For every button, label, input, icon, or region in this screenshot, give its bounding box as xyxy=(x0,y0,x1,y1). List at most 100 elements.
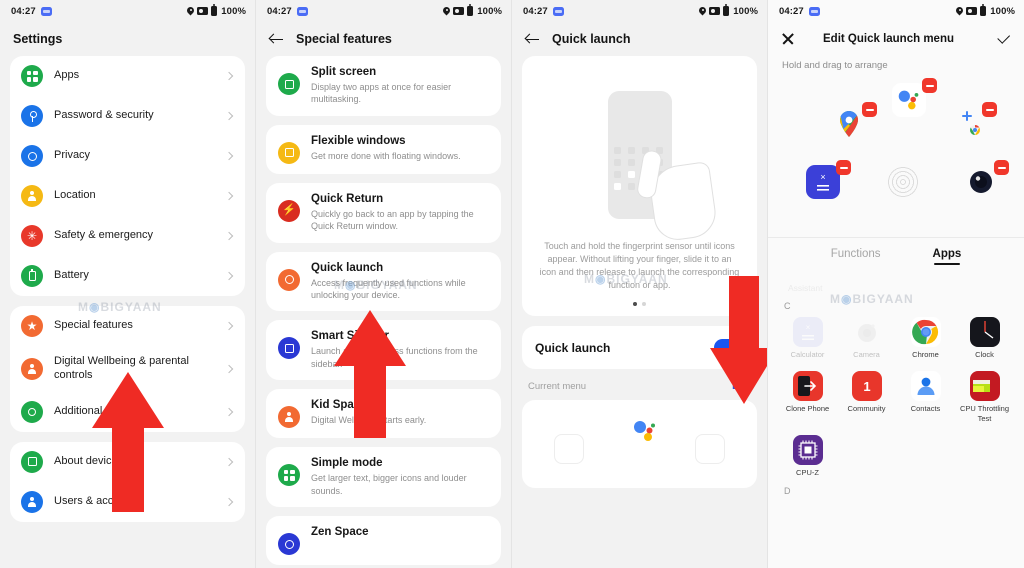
svg-text:1: 1 xyxy=(863,379,870,394)
app-label: Clone Phone xyxy=(785,404,830,414)
sidebar-item-location[interactable]: Location xyxy=(10,176,245,216)
app-chrome[interactable]: Chrome xyxy=(896,313,955,363)
app-contacts[interactable]: Contacts xyxy=(896,367,955,427)
menu-empty-slot[interactable] xyxy=(695,434,725,465)
app-label: Contacts xyxy=(910,404,941,414)
check-icon[interactable] xyxy=(996,32,1011,47)
battery-icon xyxy=(211,4,218,16)
feature-simple-mode[interactable]: Simple mode Get larger text, bigger icon… xyxy=(266,447,501,508)
feature-desc: Display two apps at once for easier mult… xyxy=(311,82,452,105)
selected-icons-area[interactable]: × xyxy=(774,77,1018,227)
feature-flexible-windows[interactable]: Flexible windows Get more done with floa… xyxy=(266,124,501,174)
chevron-right-icon xyxy=(224,364,234,373)
feature-zen-space[interactable]: Zen Space xyxy=(266,516,501,566)
section-letter-d: D xyxy=(784,485,791,496)
chevron-right-icon xyxy=(224,191,234,201)
sidebar-item-privacy[interactable]: Privacy xyxy=(10,136,245,176)
close-icon[interactable] xyxy=(781,32,795,46)
feature-quick-launch[interactable]: Quick launch Access frequently used func… xyxy=(266,251,501,312)
feature-quick-return[interactable]: ⚡ Quick Return Quickly go back to an app… xyxy=(266,182,501,243)
panel-settings: 04:27 100% Settings Apps Password & secu… xyxy=(0,0,256,568)
tab-bar[interactable]: Functions Apps xyxy=(768,237,1024,265)
google-maps-icon xyxy=(832,107,866,141)
sidebar-item-apps[interactable]: Apps xyxy=(10,56,245,96)
status-chip-icon xyxy=(808,6,820,16)
remove-badge[interactable] xyxy=(994,160,1009,175)
location-icon xyxy=(21,185,43,207)
status-bar: 04:27 100% xyxy=(512,0,767,22)
google-assistant-icon xyxy=(892,83,926,117)
apps-grid-icon xyxy=(21,65,43,87)
simple-mode-icon xyxy=(278,464,300,487)
sidebar-item-battery[interactable]: Battery xyxy=(10,256,245,296)
ghost-app-label: Assistant xyxy=(788,283,823,293)
feature-split-screen[interactable]: Split screen Display two apps at once fo… xyxy=(266,56,501,116)
chevron-right-icon xyxy=(224,457,234,466)
kid-space-icon xyxy=(278,406,300,429)
phone-illustration xyxy=(534,70,745,244)
remove-badge[interactable] xyxy=(836,160,851,175)
arrange-hint: Hold and drag to arrange xyxy=(782,60,888,71)
app-clock[interactable]: Clock xyxy=(955,313,1014,363)
status-time: 04:27 xyxy=(779,5,804,17)
page-title: Edit Quick launch menu xyxy=(823,33,954,45)
panel-edit-quick-launch: 04:27 100% Edit Quick launch menu Hold a… xyxy=(768,0,1024,568)
camera-lens-icon xyxy=(964,165,998,199)
app-label: Community xyxy=(847,404,886,414)
menu-empty-slot[interactable] xyxy=(554,434,584,465)
row-label: Apps xyxy=(54,69,80,82)
cpu-z-icon xyxy=(792,435,823,466)
screen-record-icon xyxy=(709,7,721,15)
app-cpu-throttling-test[interactable]: CPU Throttling Test xyxy=(955,367,1014,427)
sidebar-item-safety-emergency[interactable]: ✳ Safety & emergency xyxy=(10,216,245,256)
remove-badge[interactable] xyxy=(922,78,937,93)
selected-camera[interactable] xyxy=(964,160,1009,205)
app-label: Camera xyxy=(853,350,880,359)
apps-list[interactable]: Assistant C × Calculator Camera Chrome C… xyxy=(768,265,1024,498)
selected-google-maps[interactable] xyxy=(832,102,877,147)
tab-apps[interactable]: Apps xyxy=(933,248,962,265)
app-label: Calculator xyxy=(790,350,825,359)
panel-quick-launch: 04:27 100% Quick launch Touch and hold t… xyxy=(512,0,768,568)
battery-percent: 100% xyxy=(477,5,502,17)
page-title: Settings xyxy=(13,32,63,46)
app-cpu-z[interactable]: CPU-Z xyxy=(778,431,837,481)
back-arrow-icon[interactable] xyxy=(269,32,284,47)
remove-badge[interactable] xyxy=(862,102,877,117)
app-clone-phone[interactable]: Clone Phone xyxy=(778,367,837,427)
remove-badge[interactable] xyxy=(982,102,997,117)
back-arrow-icon[interactable] xyxy=(525,32,540,47)
selected-chrome-add[interactable] xyxy=(952,102,997,147)
chevron-right-icon xyxy=(224,497,234,506)
page-title: Quick launch xyxy=(552,32,631,46)
svg-text:×: × xyxy=(820,172,825,182)
chevron-right-icon xyxy=(224,271,234,281)
app-label: CPU Throttling Test xyxy=(959,404,1010,423)
app-community[interactable]: 1 Community xyxy=(837,367,896,427)
app-label: Clock xyxy=(975,350,994,359)
apps-grid: × Calculator Camera Chrome Clock Clone P… xyxy=(778,313,1014,482)
quick-launch-scroll[interactable]: Touch and hold the fingerprint sensor un… xyxy=(512,56,767,489)
clock-icon xyxy=(969,317,1000,347)
battery-percent: 100% xyxy=(733,5,758,17)
screen-record-icon xyxy=(966,7,978,15)
app-camera[interactable]: Camera xyxy=(837,313,896,363)
key-icon xyxy=(21,105,43,127)
selected-google-assistant[interactable] xyxy=(892,78,937,123)
feature-title: Quick Return xyxy=(311,192,384,205)
location-pin-icon xyxy=(699,7,706,16)
app-calculator[interactable]: × Calculator xyxy=(778,313,837,363)
sidebar-item-password-security[interactable]: Password & security xyxy=(10,96,245,136)
annotation-arrow-quick-launch xyxy=(334,310,406,438)
feature-title: Simple mode xyxy=(311,457,383,470)
sidebar-item-special-features[interactable]: ★ Special features xyxy=(10,306,245,346)
status-chip-icon xyxy=(296,6,308,16)
user-icon xyxy=(21,490,43,513)
selected-calculator[interactable]: × xyxy=(806,160,851,205)
status-bar: 04:27 100% xyxy=(768,0,1024,22)
gear-icon xyxy=(21,400,43,423)
screen-record-icon xyxy=(197,7,209,15)
google-assistant-icon[interactable] xyxy=(630,416,660,446)
app-bar: Special features xyxy=(256,22,511,56)
tab-functions[interactable]: Functions xyxy=(831,248,881,265)
